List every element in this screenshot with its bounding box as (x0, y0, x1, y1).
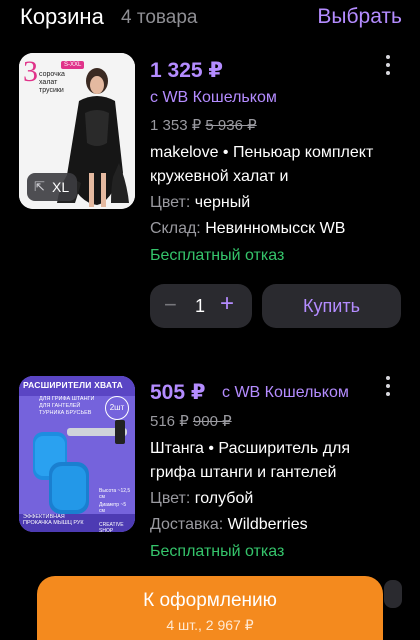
image-tag: ДЛЯ ГРИФА ШТАНГИ (39, 396, 95, 402)
image-tag: ДЛЯ ГАНТЕЛЕЙ (39, 403, 81, 409)
more-icon[interactable] (385, 376, 391, 400)
checkout-summary: 4 шт., 2 967 ₽ (166, 617, 254, 633)
next-item-control[interactable] (384, 580, 402, 608)
size-icon: ⇱ (34, 179, 45, 194)
cart-header: Корзина 4 товара Выбрать (0, 0, 420, 36)
color-row: Цвет: черный (150, 194, 250, 212)
item-price: 505 ₽ (150, 381, 206, 404)
set-badge-number: 3 (23, 55, 38, 88)
original-price: 900 ₽ (192, 413, 232, 430)
size-range-tag: S-XXL (61, 61, 85, 69)
set-badge-line: трусики (39, 87, 64, 94)
buy-button[interactable]: Купить (262, 284, 401, 328)
dimension-diameter: Диаметр ~5 см (99, 502, 127, 514)
product-image-2[interactable]: РАСШИРИТЕЛИ ХВАТА ДЛЯ ГРИФА ШТАНГИ ДЛЯ Г… (19, 376, 135, 532)
item-price: 1 325 ₽ (150, 59, 223, 82)
image-banner: РАСШИРИТЕЛИ ХВАТА (23, 380, 124, 390)
increase-button[interactable]: + (220, 292, 234, 316)
wallet-note: с WB Кошельком (150, 89, 277, 106)
select-button[interactable]: Выбрать (317, 5, 402, 29)
item-count: 4 товара (121, 7, 198, 28)
set-badge-line: сорочка (39, 71, 65, 78)
image-footer: ЭФФЕКТИВНАЯ ПРОКАЧКА МЫШЦ РУК (23, 514, 84, 526)
more-icon[interactable] (385, 55, 391, 79)
dimension-height: Высота ~12,5 см (99, 488, 131, 500)
image-tag: ТУРНИКА БРУСЬЕВ (39, 410, 92, 416)
delivery-row: Доставка: Wildberries (150, 516, 308, 534)
color-value: черный (194, 194, 251, 211)
delivery-key: Доставка: (150, 516, 224, 533)
size-chip: ⇱ XL (27, 173, 77, 201)
color-key: Цвет: (150, 194, 191, 211)
free-refund: Бесплатный отказ (150, 543, 285, 560)
stock-key: Склад: (150, 220, 201, 237)
color-key: Цвет: (150, 490, 191, 507)
quantity-value: 1 (195, 296, 206, 316)
price-before-wallet: 1 353 ₽ (150, 117, 202, 134)
product-name[interactable]: makelove • Пеньюар комплект кружевной ха… (150, 141, 395, 189)
color-value: голубой (194, 490, 254, 507)
color-row: Цвет: голубой (150, 490, 253, 508)
checkout-label: К оформлению (143, 590, 277, 611)
price-before-wallet: 516 ₽ (150, 413, 189, 430)
old-prices: 1 353 ₽ 5 936 ₽ (150, 116, 257, 134)
product-image-1[interactable]: 3 сорочка халат трусики S-XXL ⇱ XL (19, 53, 135, 209)
product-name[interactable]: Штанга • Расширитель для грифа штанги и … (150, 437, 395, 485)
wallet-note: с WB Кошельком (222, 384, 349, 401)
free-refund: Бесплатный отказ (150, 247, 285, 264)
decrease-button[interactable]: − (164, 294, 177, 316)
image-brand: CREATIVE SHOP (99, 522, 124, 532)
original-price: 5 936 ₽ (205, 117, 257, 134)
quantity-stepper: − 1 + (150, 284, 252, 328)
checkout-button[interactable]: К оформлению 4 шт., 2 967 ₽ (37, 576, 383, 640)
set-badge-line: халат (39, 79, 58, 86)
stock-row: Склад: Невинномысск WB (150, 220, 345, 238)
cart-title: Корзина (20, 4, 104, 29)
stock-value: Невинномысск WB (205, 220, 346, 237)
old-prices: 516 ₽ 900 ₽ (150, 412, 232, 430)
size-label: XL (52, 179, 70, 195)
pieces-badge: 2шт (105, 396, 129, 420)
delivery-value: Wildberries (227, 516, 308, 533)
